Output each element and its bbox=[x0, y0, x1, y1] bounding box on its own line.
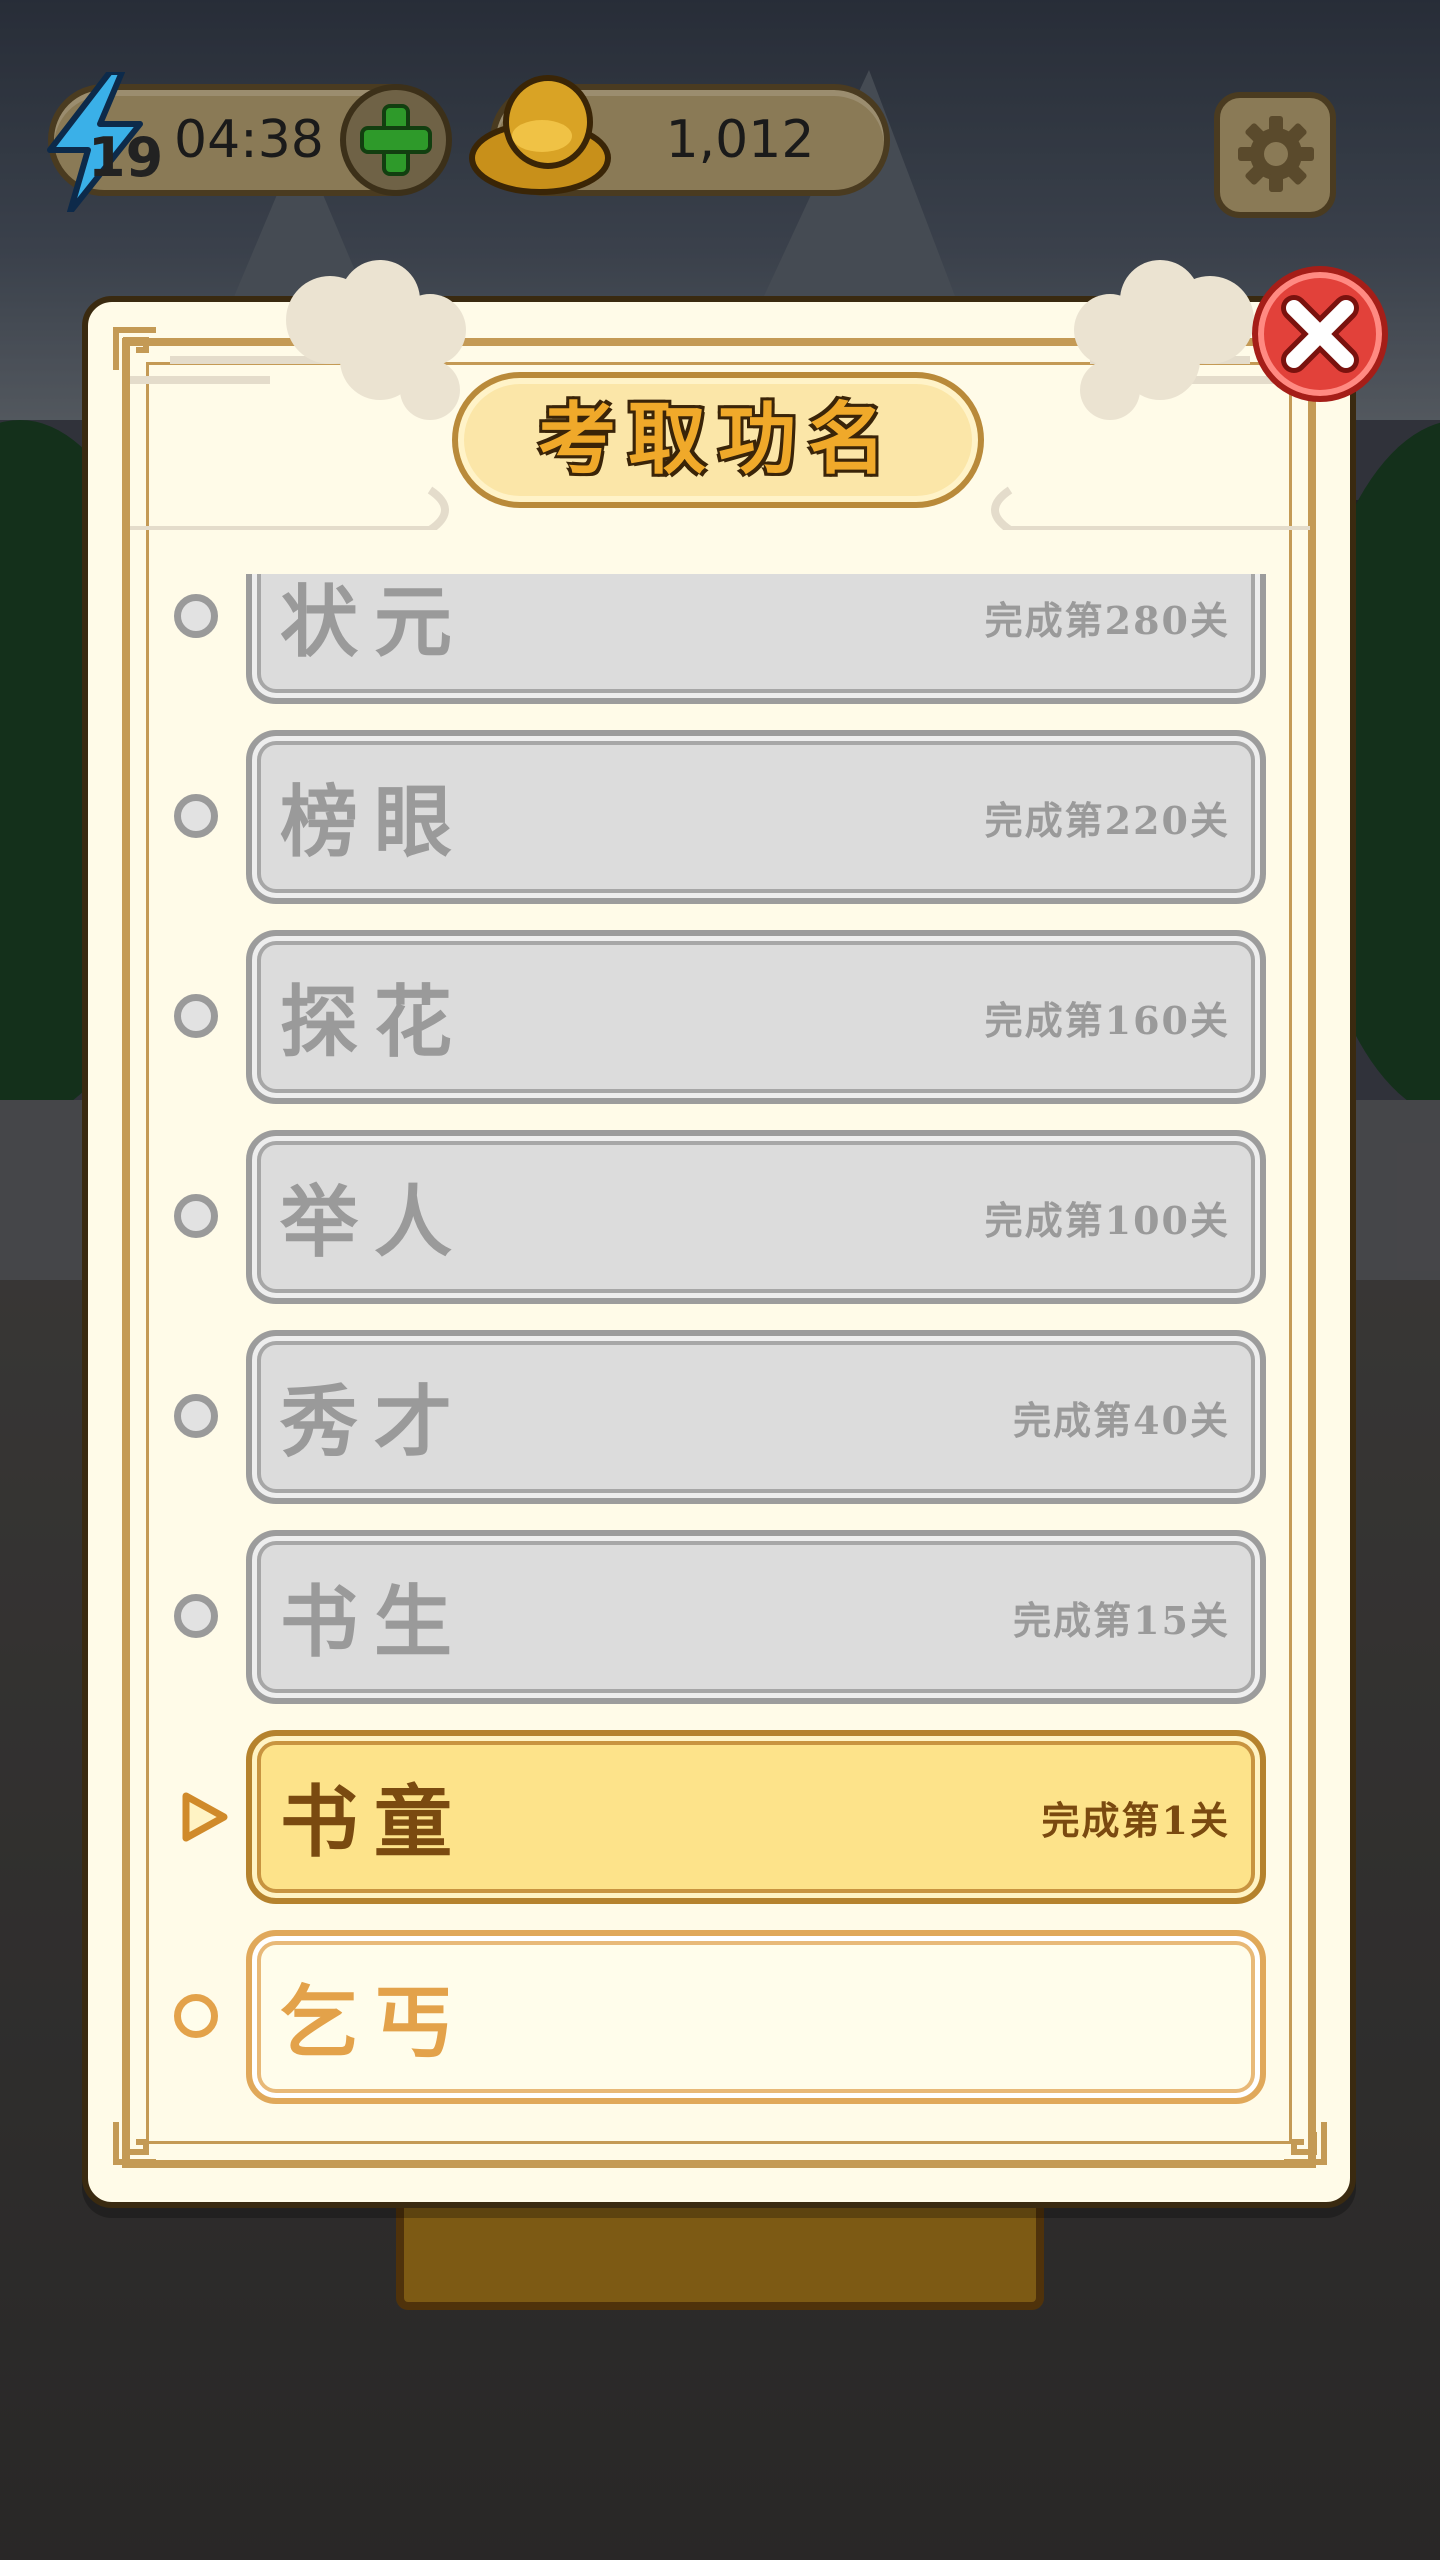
rank-name: 举人 bbox=[280, 1177, 469, 1268]
rank-name: 书生 bbox=[280, 1577, 469, 1668]
rank-list[interactable]: 状元 完成第280关 榜眼 完成第220关 探花 完成第160关 举人 完成第1… bbox=[150, 574, 1290, 2114]
coin-count: 1,012 bbox=[665, 110, 815, 170]
rank-name: 榜眼 bbox=[280, 777, 469, 868]
status-dot bbox=[174, 1994, 218, 2038]
status-dot bbox=[174, 1394, 218, 1438]
energy-count: 19 bbox=[88, 126, 164, 189]
rank-requirement: 完成第160关 bbox=[984, 998, 1230, 1043]
rank-name: 探花 bbox=[280, 977, 469, 1068]
rank-requirement: 完成第1关 bbox=[1041, 1798, 1230, 1843]
list-item-current: 书童 完成第1关 bbox=[150, 1730, 1290, 1904]
status-dot bbox=[174, 994, 218, 1038]
corner-ornament-bottom-right bbox=[1284, 2122, 1327, 2165]
triangle-marker-icon bbox=[182, 1792, 228, 1842]
rank-name: 秀才 bbox=[280, 1377, 469, 1468]
list-item: 榜眼 完成第220关 bbox=[150, 730, 1290, 904]
add-energy-button[interactable] bbox=[340, 84, 452, 196]
status-dot bbox=[174, 594, 218, 638]
list-item: 秀才 完成第40关 bbox=[150, 1330, 1290, 1504]
close-button[interactable] bbox=[1252, 266, 1388, 402]
plus-icon bbox=[360, 104, 432, 176]
status-dot bbox=[174, 794, 218, 838]
list-item-achieved: 乞丐 bbox=[150, 1930, 1290, 2104]
corner-ornament-bottom-left bbox=[113, 2122, 156, 2165]
rank-requirement: 完成第40关 bbox=[1013, 1398, 1230, 1443]
rank-name: 状元 bbox=[280, 577, 469, 668]
status-dot bbox=[174, 1194, 218, 1238]
rank-requirement: 完成第280关 bbox=[984, 598, 1230, 643]
rank-requirement: 完成第220关 bbox=[984, 798, 1230, 843]
corner-ornament-top-left bbox=[113, 327, 156, 370]
status-dot bbox=[174, 1594, 218, 1638]
list-item: 状元 完成第280关 bbox=[150, 574, 1290, 704]
dialog-title: 考取功名 bbox=[537, 394, 898, 485]
gold-ingot-icon bbox=[469, 75, 611, 195]
rank-name: 书童 bbox=[280, 1777, 469, 1868]
energy-timer: 04:38 bbox=[174, 110, 324, 170]
list-item: 书生 完成第15关 bbox=[150, 1530, 1290, 1704]
gear-icon bbox=[1238, 116, 1314, 192]
close-icon bbox=[1281, 295, 1359, 373]
rank-name: 乞丐 bbox=[280, 1977, 469, 2068]
rank-requirement: 完成第100关 bbox=[984, 1198, 1230, 1243]
list-item: 举人 完成第100关 bbox=[150, 1130, 1290, 1304]
list-item: 探花 完成第160关 bbox=[150, 930, 1290, 1104]
rank-requirement: 完成第15关 bbox=[1013, 1598, 1230, 1643]
